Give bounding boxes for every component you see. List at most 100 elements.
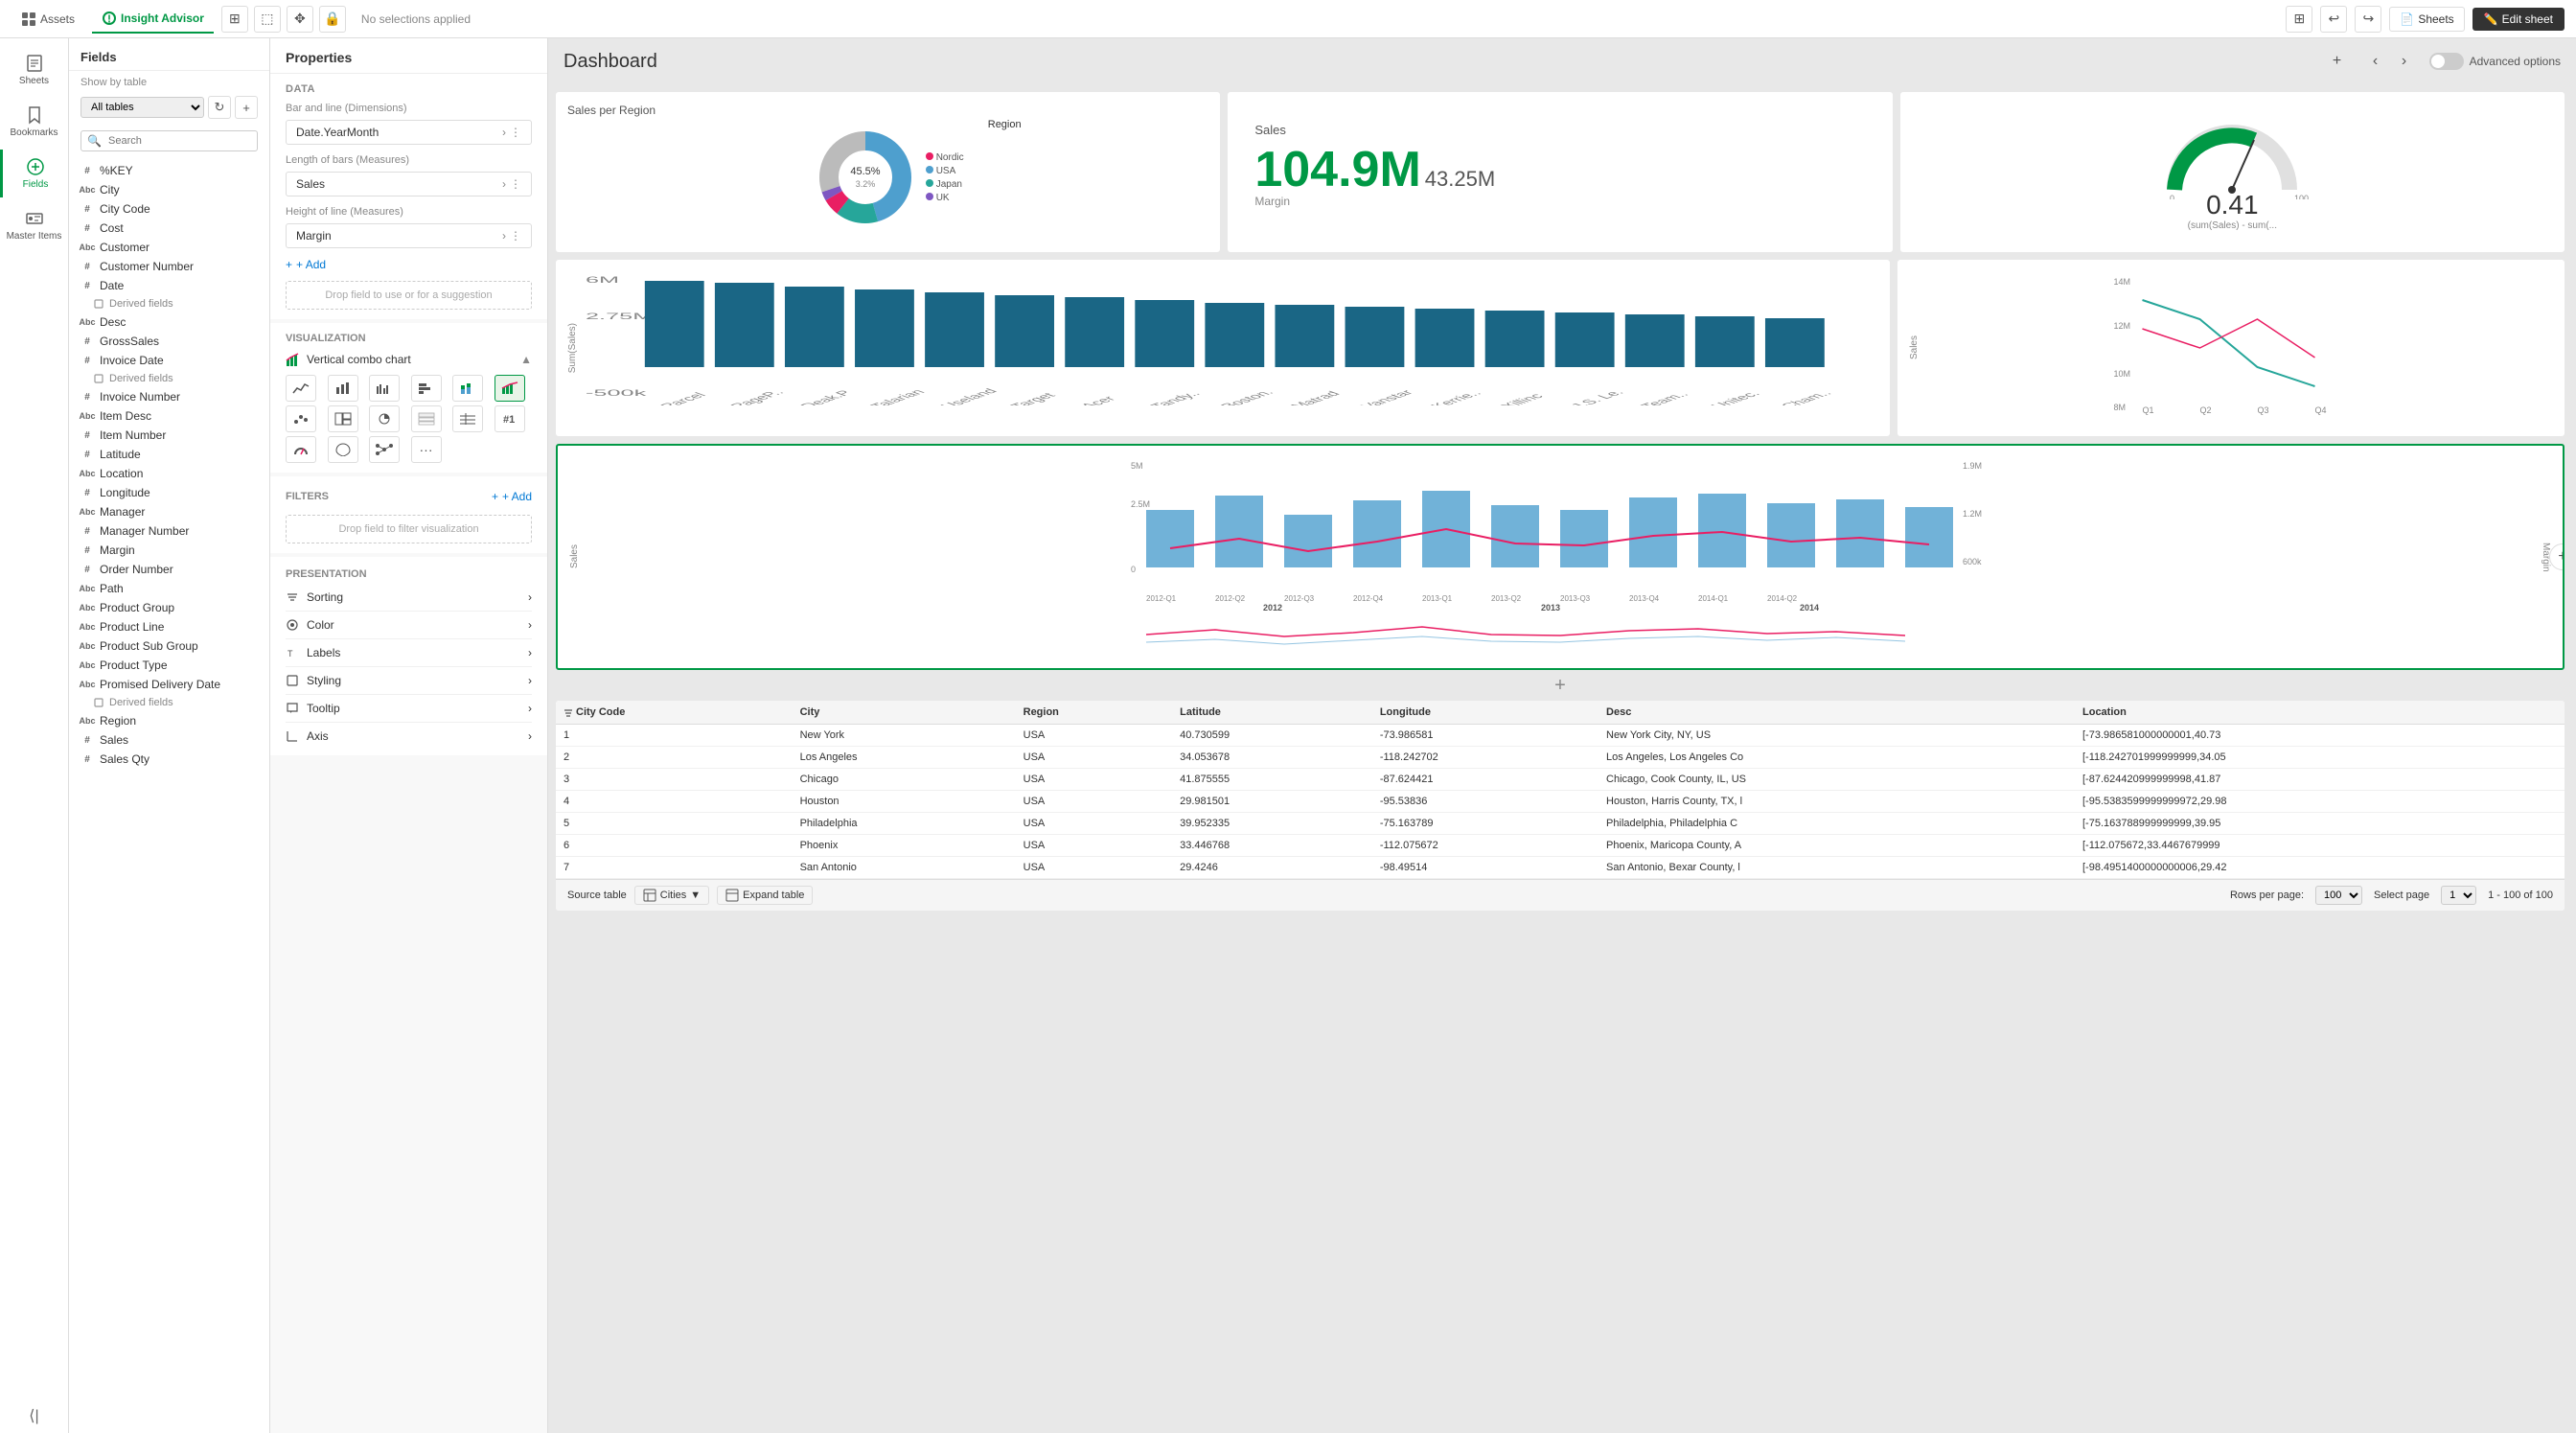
field-item-customer[interactable]: Abc Customer: [69, 238, 269, 257]
sidebar-collapse-btn[interactable]: ⟨|: [29, 1406, 38, 1433]
field-item-promised-delivery-date[interactable]: Abc Promised Delivery Date: [69, 675, 269, 694]
next-sheet-btn[interactable]: ›: [2391, 48, 2418, 75]
advanced-options-toggle[interactable]: Advanced options: [2429, 53, 2561, 70]
prev-sheet-btn[interactable]: ‹: [2362, 48, 2389, 75]
source-table-selector[interactable]: Cities ▼: [634, 886, 709, 905]
tooltip-row[interactable]: Tooltip ›: [286, 695, 532, 723]
add-chart-top-btn[interactable]: +: [2324, 48, 2351, 75]
axis-row[interactable]: Axis ›: [286, 723, 532, 750]
more-viz-btn[interactable]: ···: [411, 436, 442, 463]
field-item-cost[interactable]: # Cost: [69, 219, 269, 238]
search-input[interactable]: [80, 130, 258, 151]
advanced-toggle-switch[interactable]: [2429, 53, 2464, 70]
field-type-icon: Abc: [80, 660, 94, 670]
field-item-product-line[interactable]: Abc Product Line: [69, 617, 269, 636]
field-item-region[interactable]: Abc Region: [69, 711, 269, 730]
field-item-city[interactable]: Abc City: [69, 180, 269, 199]
table-select-dropdown[interactable]: All tables: [80, 97, 204, 118]
field-item-longitude[interactable]: # Longitude: [69, 483, 269, 502]
select-tool-btn[interactable]: ⊞: [221, 6, 248, 33]
field-item-invoice-date[interactable]: # Invoice Date: [69, 351, 269, 370]
network-btn[interactable]: [369, 436, 400, 463]
kpi-btn[interactable]: #1: [494, 405, 525, 432]
field-item-derived-2[interactable]: Derived fields: [69, 370, 269, 387]
rows-per-page-select[interactable]: 100 50 25: [2315, 886, 2362, 905]
nordic-dot: [926, 152, 933, 160]
add-field-btn[interactable]: + + Add: [286, 254, 532, 275]
field-item-date[interactable]: # Date: [69, 276, 269, 295]
field-item-sales[interactable]: # Sales: [69, 730, 269, 750]
cell-city-code: 1: [556, 725, 793, 747]
map-btn[interactable]: [328, 436, 358, 463]
field-item-latitude[interactable]: # Latitude: [69, 445, 269, 464]
pie-btn[interactable]: [369, 405, 400, 432]
styling-row[interactable]: Styling ›: [286, 667, 532, 695]
line-chart-btn[interactable]: [286, 375, 316, 402]
grouped-bar-btn[interactable]: [369, 375, 400, 402]
add-right-btn[interactable]: +: [2549, 543, 2564, 570]
field-item-margin[interactable]: # Margin: [69, 541, 269, 560]
scatter-btn[interactable]: [286, 405, 316, 432]
straight-table-btn[interactable]: [452, 405, 483, 432]
sorting-row[interactable]: Sorting ›: [286, 584, 532, 612]
add-filter-btn[interactable]: + + Add: [492, 486, 532, 507]
sidebar-item-fields[interactable]: Fields: [0, 150, 68, 197]
edit-sheet-button[interactable]: ✏️ Edit sheet: [2472, 8, 2564, 31]
lasso-tool-btn[interactable]: ⬚: [254, 6, 281, 33]
gauge-main-value: 0.41: [2188, 190, 2277, 220]
sidebar-item-master-items[interactable]: Master Items: [0, 201, 68, 249]
combo-chart-btn[interactable]: [494, 375, 525, 402]
field-item-desc[interactable]: Abc Desc: [69, 312, 269, 332]
horiz-bar-btn[interactable]: [411, 375, 442, 402]
pivot-btn[interactable]: [411, 405, 442, 432]
field-item-gross-sales[interactable]: # GrossSales: [69, 332, 269, 351]
field-item-item-desc[interactable]: Abc Item Desc: [69, 406, 269, 426]
field-item-manager-number[interactable]: # Manager Number: [69, 521, 269, 541]
select-page-select[interactable]: 1: [2441, 886, 2476, 905]
field-item-order-number[interactable]: # Order Number: [69, 560, 269, 579]
field-item-sales-qty[interactable]: # Sales Qty: [69, 750, 269, 769]
field-item-item-number[interactable]: # Item Number: [69, 426, 269, 445]
stacked-bar-btn[interactable]: [452, 375, 483, 402]
viz-header: Visualization: [286, 333, 532, 344]
sidebar-item-sheets[interactable]: Sheets: [0, 46, 68, 94]
lock-btn[interactable]: 🔒: [319, 6, 346, 33]
field-item-path[interactable]: Abc Path: [69, 579, 269, 598]
expand-table-btn[interactable]: Expand table: [717, 886, 813, 905]
bar-chart-btn[interactable]: [328, 375, 358, 402]
tab-assets[interactable]: Assets: [12, 6, 84, 33]
pan-tool-btn[interactable]: ✥: [287, 6, 313, 33]
field-item-derived-1[interactable]: Derived fields: [69, 295, 269, 312]
bar-chart-svg: 6M 2.75M -500k: [586, 271, 1878, 405]
sidebar-item-bookmarks[interactable]: Bookmarks: [0, 98, 68, 146]
measure-sales-row[interactable]: Sales › ⋮: [286, 172, 532, 196]
dimension-row[interactable]: Date.YearMonth › ⋮: [286, 120, 532, 145]
field-item-customer-number[interactable]: # Customer Number: [69, 257, 269, 276]
field-item-product-sub-group[interactable]: Abc Product Sub Group: [69, 636, 269, 656]
field-item-invoice-number[interactable]: # Invoice Number: [69, 387, 269, 406]
color-row[interactable]: Color ›: [286, 612, 532, 639]
field-item-manager[interactable]: Abc Manager: [69, 502, 269, 521]
field-item-percent-key[interactable]: # %KEY: [69, 161, 269, 180]
sheets-button[interactable]: 📄 Sheets: [2389, 7, 2464, 32]
fields-title: Fields: [80, 50, 117, 64]
redo-btn[interactable]: ↪: [2355, 6, 2381, 33]
tab-insight-advisor[interactable]: Insight Advisor: [92, 5, 214, 34]
field-item-product-group[interactable]: Abc Product Group: [69, 598, 269, 617]
bar-line-dims-label: Bar and line (Dimensions): [286, 103, 532, 114]
field-item-city-code[interactable]: # City Code: [69, 199, 269, 219]
undo-btn[interactable]: ↩: [2320, 6, 2347, 33]
add-table-btn[interactable]: +: [235, 96, 258, 119]
refresh-tables-btn[interactable]: ↻: [208, 96, 231, 119]
svg-text:2014-Q2: 2014-Q2: [1767, 594, 1798, 603]
labels-row[interactable]: T Labels ›: [286, 639, 532, 667]
measure-margin-row[interactable]: Margin › ⋮: [286, 223, 532, 248]
grid-view-btn[interactable]: ⊞: [2286, 6, 2312, 33]
combo-y-left-label: Sales: [569, 544, 580, 568]
field-item-product-type[interactable]: Abc Product Type: [69, 656, 269, 675]
field-item-derived-3[interactable]: Derived fields: [69, 694, 269, 711]
gauge-btn[interactable]: [286, 436, 316, 463]
treemap-btn[interactable]: [328, 405, 358, 432]
add-chart-row-btn[interactable]: +: [556, 670, 2564, 701]
field-item-location[interactable]: Abc Location: [69, 464, 269, 483]
